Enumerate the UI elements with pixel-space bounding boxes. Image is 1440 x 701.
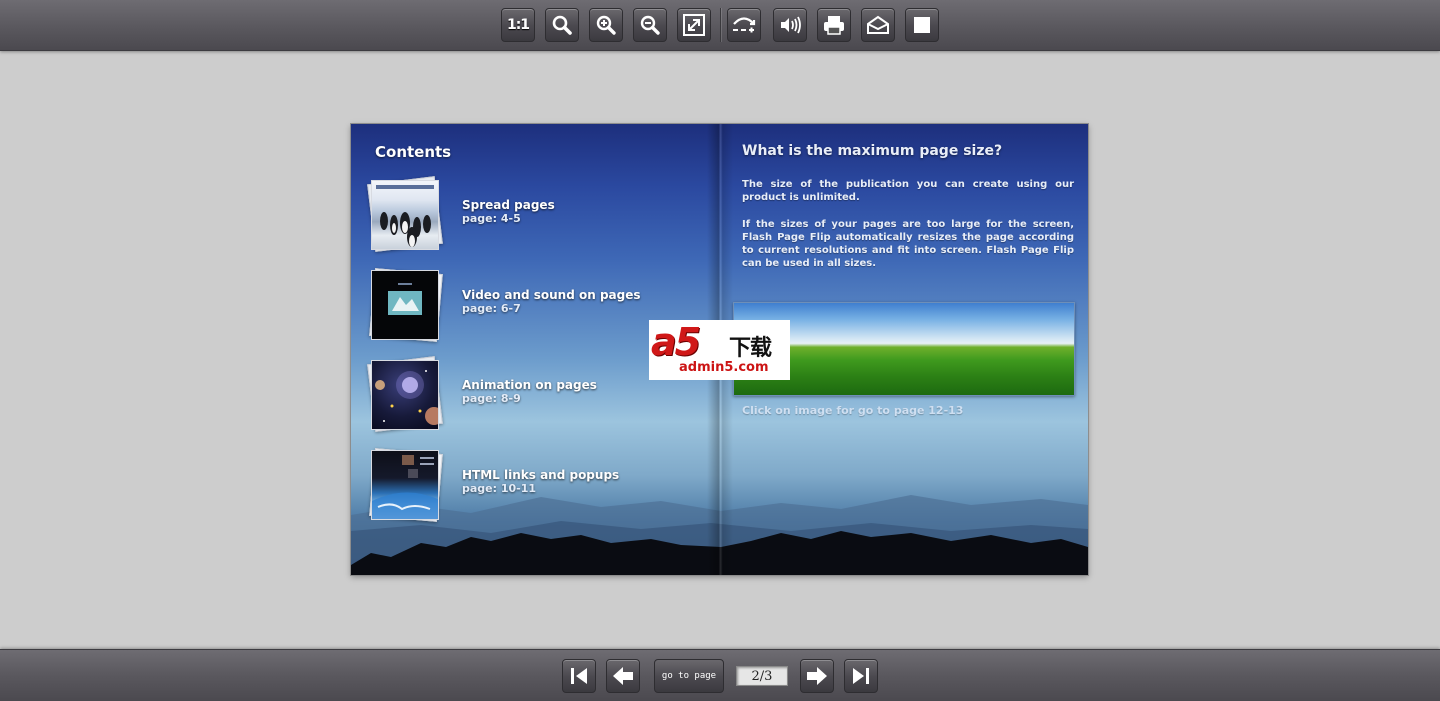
watermark-chinese: 下载 xyxy=(729,336,772,361)
thumbnail-stack xyxy=(367,356,443,432)
top-toolbar: 1:1 xyxy=(0,0,1440,51)
previous-page-button[interactable] xyxy=(606,659,640,693)
space-thumbnail xyxy=(371,360,439,430)
toc-item-html-links[interactable]: HTML links and popups page: 10-11 xyxy=(369,448,699,524)
page-number-field[interactable] xyxy=(736,666,788,686)
paragraph-resize: If the sizes of your pages are too large… xyxy=(742,219,1074,269)
video-thumbnail xyxy=(371,270,439,340)
sound-button[interactable] xyxy=(773,8,807,42)
arrow-left-icon xyxy=(613,667,633,685)
contents-heading: Contents xyxy=(375,143,452,161)
toc-item-title: Spread pages xyxy=(462,198,555,212)
toc-item-page: page: 10-11 xyxy=(462,482,537,495)
zoom-out-icon xyxy=(640,15,660,35)
toc-item-page: page: 8-9 xyxy=(462,392,521,405)
zoom-in-button[interactable] xyxy=(589,8,623,42)
print-button[interactable] xyxy=(817,8,851,42)
speaker-icon xyxy=(781,16,801,34)
first-page-icon xyxy=(571,668,587,684)
space-illustration xyxy=(375,370,438,425)
toolbar-separator xyxy=(720,8,721,42)
last-page-button[interactable] xyxy=(844,659,878,693)
image-caption-link[interactable]: Click on image for go to page 12-13 xyxy=(742,404,963,417)
toc-item-page: page: 4-5 xyxy=(462,212,521,225)
ratio-1-1-icon: 1:1 xyxy=(506,17,530,33)
go-to-page-button[interactable]: go to page xyxy=(654,659,724,693)
magnifier-icon xyxy=(552,15,572,35)
earth-thumbnail xyxy=(371,450,439,520)
square-icon xyxy=(914,17,930,33)
zoom-in-icon xyxy=(596,15,616,35)
actual-size-button[interactable]: 1:1 xyxy=(501,8,535,42)
page-heading: What is the maximum page size? xyxy=(742,143,1003,159)
bottom-toolbar: go to page xyxy=(0,649,1440,701)
envelope-icon xyxy=(867,15,889,34)
printer-icon xyxy=(824,16,844,35)
penguins-thumbnail xyxy=(371,180,439,250)
penguins-illustration xyxy=(376,185,434,247)
fullscreen-button[interactable] xyxy=(677,8,711,42)
stop-button[interactable] xyxy=(905,8,939,42)
zoom-out-button[interactable] xyxy=(633,8,667,42)
flip-icon xyxy=(733,17,756,33)
expand-icon xyxy=(683,14,705,36)
thumbnail-stack xyxy=(367,176,443,252)
watermark-url: admin5.com xyxy=(679,360,769,375)
toc-item-title: Animation on pages xyxy=(462,378,597,392)
first-page-button[interactable] xyxy=(562,659,596,693)
a5-watermark-logo: a5 下载 admin5.com xyxy=(649,320,790,380)
toc-item-title: Video and sound on pages xyxy=(462,288,641,302)
next-page-button[interactable] xyxy=(800,659,834,693)
toc-item-page: page: 6-7 xyxy=(462,302,521,315)
email-button[interactable] xyxy=(861,8,895,42)
thumbnail-stack xyxy=(369,268,443,342)
thumbnail-stack xyxy=(369,448,443,522)
earth-illustration xyxy=(372,455,438,519)
toc-item-spread-pages[interactable]: Spread pages page: 4-5 xyxy=(367,176,699,254)
toc-item-title: HTML links and popups xyxy=(462,468,620,482)
arrow-right-icon xyxy=(807,667,827,685)
video-illustration xyxy=(388,283,422,315)
last-page-icon xyxy=(853,668,869,684)
zoom-button[interactable] xyxy=(545,8,579,42)
watermark-brand: a5 xyxy=(651,320,701,364)
auto-flip-button[interactable] xyxy=(727,8,761,42)
paragraph-size: The size of the publication you can crea… xyxy=(742,179,1074,203)
